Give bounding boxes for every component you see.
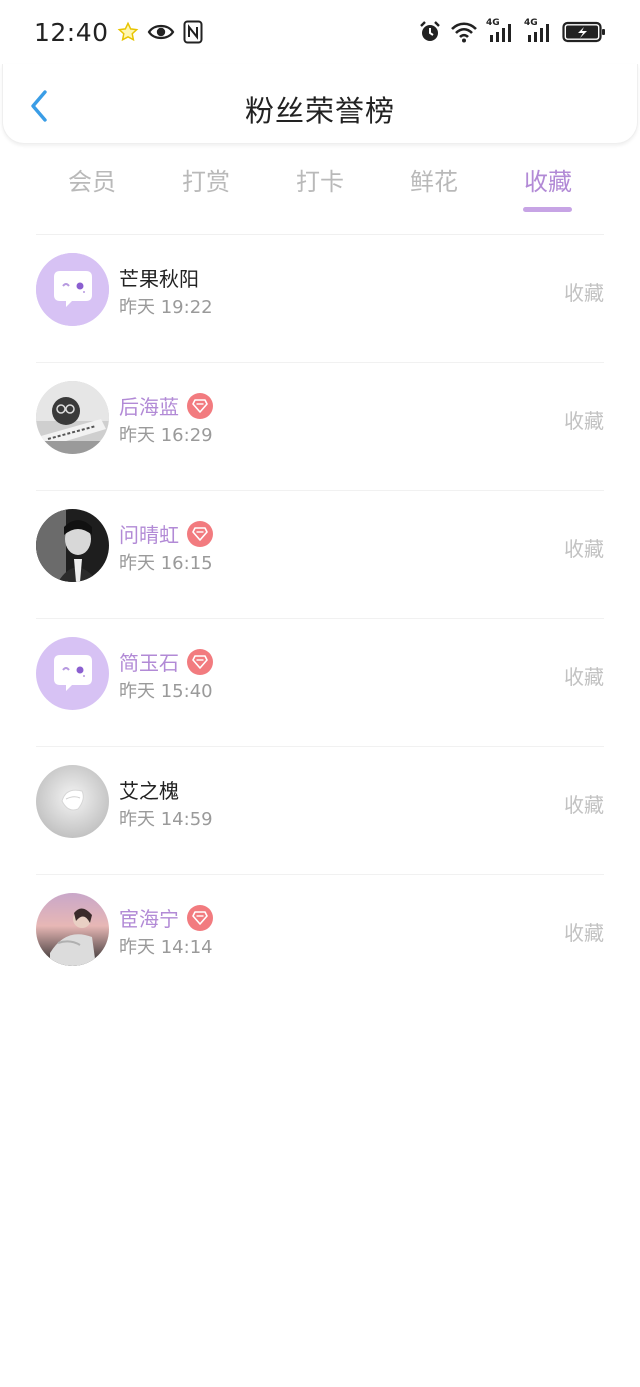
- list-item[interactable]: 艾之槐 昨天 14:59 收藏: [0, 747, 640, 875]
- tab-flowers[interactable]: 鲜花: [377, 162, 491, 197]
- status-bar-left: 12:40: [34, 18, 203, 47]
- vip-diamond-icon: [187, 904, 213, 931]
- vip-diamond-icon: [187, 520, 213, 547]
- photo-avatar-image: [36, 893, 109, 966]
- user-name[interactable]: 问晴虹: [119, 519, 179, 548]
- avatar[interactable]: [36, 637, 109, 710]
- nfc-icon: [183, 20, 203, 44]
- chat-bubble-avatar-icon: [36, 253, 109, 326]
- name-line: 后海蓝: [119, 391, 213, 420]
- chat-bubble-avatar-icon: [36, 637, 109, 710]
- vip-diamond-icon: [187, 648, 213, 675]
- status-bar: 12:40 4G 4G: [0, 0, 640, 64]
- name-line: 芒果秋阳: [119, 263, 199, 292]
- vip-diamond-icon: [187, 392, 213, 419]
- name-line: 艾之槐: [119, 775, 179, 804]
- favorite-time: 昨天 16:15: [119, 553, 213, 574]
- name-line: 问晴虹: [119, 519, 213, 548]
- favorite-time: 昨天 14:14: [119, 937, 213, 958]
- alarm-icon: [418, 20, 442, 44]
- tab-checkin[interactable]: 打卡: [263, 162, 377, 197]
- signal-4g-icon: 4G: [486, 18, 516, 44]
- tab-favorites[interactable]: 收藏: [491, 162, 605, 197]
- photo-avatar-image: [36, 381, 109, 454]
- tab-tip[interactable]: 打赏: [149, 162, 263, 197]
- action-label: 收藏: [564, 793, 604, 817]
- fan-list: 芒果秋阳 昨天 19:22 收藏 后海蓝 昨天 16:29 收藏 问晴虹 昨天 …: [0, 235, 640, 1003]
- user-name[interactable]: 后海蓝: [119, 391, 179, 420]
- list-item[interactable]: 宦海宁 昨天 14:14 收藏: [0, 875, 640, 1003]
- signal-4g-icon: 4G: [524, 18, 554, 44]
- action-label: 收藏: [564, 921, 604, 945]
- active-tab-indicator: [523, 207, 572, 212]
- list-item[interactable]: 简玉石 昨天 15:40 收藏: [0, 619, 640, 747]
- avatar[interactable]: [36, 381, 109, 454]
- nav-header: 粉丝荣誉榜: [2, 64, 638, 144]
- user-name[interactable]: 宦海宁: [119, 903, 179, 932]
- favorite-time: 昨天 14:59: [119, 809, 213, 830]
- user-name[interactable]: 简玉石: [119, 647, 179, 676]
- status-time: 12:40: [34, 17, 109, 47]
- favorite-time: 昨天 16:29: [119, 425, 213, 446]
- user-name[interactable]: 芒果秋阳: [119, 263, 199, 292]
- list-item[interactable]: 问晴虹 昨天 16:15 收藏: [0, 491, 640, 619]
- avatar[interactable]: [36, 765, 109, 838]
- tab-member[interactable]: 会员: [35, 162, 149, 197]
- photo-avatar-image: [36, 509, 109, 582]
- wifi-icon: [450, 21, 478, 43]
- avatar[interactable]: [36, 509, 109, 582]
- name-line: 简玉石: [119, 647, 213, 676]
- favorite-time: 昨天 19:22: [119, 297, 213, 318]
- action-label: 收藏: [564, 281, 604, 305]
- star-icon: [117, 21, 139, 43]
- action-label: 收藏: [564, 409, 604, 433]
- list-item[interactable]: 后海蓝 昨天 16:29 收藏: [0, 363, 640, 491]
- photo-avatar-image: [36, 765, 109, 838]
- avatar[interactable]: [36, 893, 109, 966]
- action-label: 收藏: [564, 665, 604, 689]
- name-line: 宦海宁: [119, 903, 213, 932]
- status-bar-right: 4G 4G: [418, 18, 606, 44]
- avatar[interactable]: [36, 253, 109, 326]
- user-name[interactable]: 艾之槐: [119, 775, 179, 804]
- eye-icon: [147, 22, 175, 42]
- favorite-time: 昨天 15:40: [119, 681, 213, 702]
- list-item[interactable]: 芒果秋阳 昨天 19:22 收藏: [0, 235, 640, 363]
- page-title: 粉丝荣誉榜: [244, 94, 395, 128]
- battery-charging-icon: [562, 20, 606, 44]
- action-label: 收藏: [564, 537, 604, 561]
